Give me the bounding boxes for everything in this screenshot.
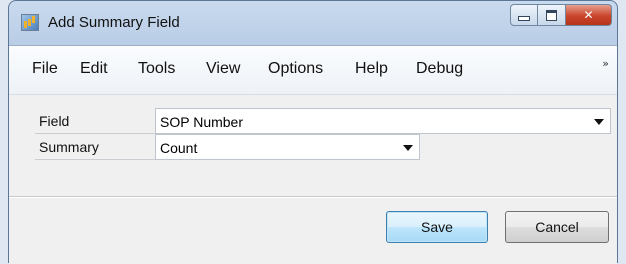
caption-buttons: ✕ [510, 4, 612, 26]
window-title: Add Summary Field [48, 14, 180, 31]
menu-bar: File Edit Tools View Options Help Debug … [9, 46, 617, 95]
maximize-button[interactable] [538, 4, 566, 26]
report-icon [21, 14, 39, 31]
menu-file[interactable]: File [30, 60, 60, 78]
menu-edit[interactable]: Edit [78, 60, 110, 78]
summary-value: Count [160, 140, 198, 156]
field-dropdown[interactable]: SOP Number [155, 108, 611, 134]
title-bar[interactable]: Add Summary Field ✕ [9, 1, 617, 45]
chevron-down-icon[interactable] [594, 119, 604, 125]
menu-help[interactable]: Help [353, 60, 390, 78]
field-label: Field [35, 108, 155, 134]
summary-dropdown[interactable]: Count [155, 134, 420, 160]
close-icon: ✕ [583, 8, 594, 22]
minimize-icon [518, 15, 530, 21]
menu-view[interactable]: View [204, 60, 242, 78]
minimize-button[interactable] [510, 4, 538, 26]
add-summary-field-window: Add Summary Field ✕ File Edit Tools View… [8, 0, 618, 264]
summary-label: Summary [35, 134, 155, 160]
chevron-down-icon[interactable] [403, 145, 413, 151]
cancel-button[interactable]: Cancel [505, 211, 609, 243]
menu-tools[interactable]: Tools [136, 60, 177, 78]
menu-debug[interactable]: Debug [414, 60, 465, 78]
divider [9, 196, 617, 198]
maximize-icon [546, 9, 557, 21]
field-value: SOP Number [160, 114, 243, 130]
chevron-double-right-icon[interactable]: » [602, 57, 609, 70]
menu-options[interactable]: Options [266, 60, 325, 78]
close-button[interactable]: ✕ [566, 4, 612, 26]
save-button[interactable]: Save [386, 211, 488, 243]
dialog-content: File Edit Tools View Options Help Debug … [9, 45, 617, 264]
